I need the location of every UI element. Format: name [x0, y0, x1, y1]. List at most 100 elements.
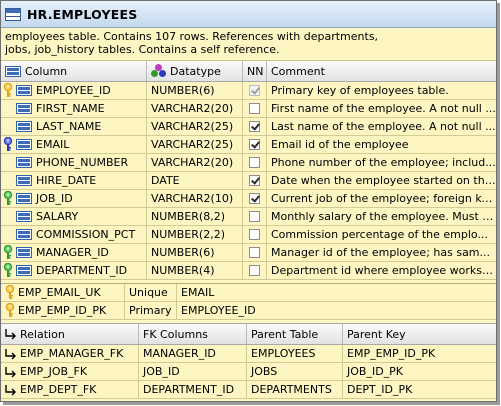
column-name-cell[interactable]: EMAIL [1, 135, 147, 154]
not-null-checkbox[interactable] [249, 121, 260, 132]
parent-table-cell[interactable]: EMPLOYEES [247, 344, 343, 363]
parent-key-cell[interactable]: DEPT_ID_PK [343, 381, 496, 399]
column-name-cell[interactable]: MANAGER_ID [1, 243, 147, 262]
relation-header[interactable]: Relation [1, 324, 139, 344]
comment-cell[interactable]: Last name of the employee. A not null ..… [267, 118, 496, 136]
nn-cell[interactable] [243, 225, 267, 244]
relation-row[interactable]: EMP_DEPT_FK DEPARTMENT_ID DEPARTMENTS DEPT_… [1, 380, 496, 399]
not-null-checkbox[interactable] [249, 157, 260, 168]
nn-cell[interactable] [243, 135, 267, 154]
nn-cell[interactable] [243, 171, 267, 190]
fk-columns-cell[interactable]: JOB_ID [139, 362, 247, 381]
comment-cell[interactable]: Manager id of the employee; has sam... [267, 244, 496, 262]
not-null-checkbox[interactable] [249, 265, 260, 276]
nn-cell[interactable] [243, 243, 267, 262]
index-columns-cell[interactable]: EMAIL [177, 284, 496, 302]
comment-cell[interactable]: Commission percentage of the emplo... [267, 226, 496, 244]
nn-cell[interactable] [243, 261, 267, 280]
column-row[interactable]: EMPLOYEE_ID NUMBER(6) Primary key of emplo… [1, 81, 496, 100]
fk-columns-cell[interactable]: DEPARTMENT_ID [139, 380, 247, 399]
datatype-header[interactable]: Datatype [147, 61, 243, 81]
comment-cell[interactable]: First name of the employee. A not null .… [267, 100, 496, 118]
column-name-cell[interactable]: LAST_NAME [1, 117, 147, 136]
index-name-cell[interactable]: EMP_EMAIL_UK [1, 283, 125, 302]
relation-name-cell[interactable]: EMP_JOB_FK [1, 362, 139, 381]
column-row[interactable]: COMMISSION_PCT NUMBER(2,2) Commission perc… [1, 225, 496, 244]
nn-cell[interactable] [243, 153, 267, 172]
datatype-cell[interactable]: VARCHAR2(20) [147, 153, 243, 172]
parent-table-cell[interactable]: JOBS [247, 362, 343, 381]
datatype-cell[interactable]: VARCHAR2(25) [147, 117, 243, 136]
datatype-cell[interactable]: NUMBER(6) [147, 81, 243, 100]
column-name-cell[interactable]: HIRE_DATE [1, 171, 147, 190]
column-row[interactable]: DEPARTMENT_ID NUMBER(4) Department id wher… [1, 261, 496, 280]
index-type-cell[interactable]: Primary [125, 301, 177, 320]
nn-cell[interactable] [243, 117, 267, 136]
column-name-cell[interactable]: SALARY [1, 207, 147, 226]
not-null-checkbox[interactable] [249, 175, 260, 186]
column-row[interactable]: LAST_NAME VARCHAR2(25) Last name of the em… [1, 117, 496, 136]
nn-cell[interactable] [243, 99, 267, 118]
parent-key-cell[interactable]: EMP_EMP_ID_PK [343, 345, 496, 363]
nn-cell[interactable] [243, 189, 267, 208]
parent-key-header[interactable]: Parent Key [343, 324, 496, 344]
comment-cell[interactable]: Email id of the employee [267, 136, 496, 154]
column-row[interactable]: FIRST_NAME VARCHAR2(20) First name of the … [1, 99, 496, 118]
relation-icon [5, 329, 16, 340]
relation-name-cell[interactable]: EMP_MANAGER_FK [1, 344, 139, 363]
datatype-cell[interactable]: NUMBER(6) [147, 243, 243, 262]
not-null-checkbox[interactable] [249, 229, 260, 240]
parent-table-header[interactable]: Parent Table [247, 324, 343, 344]
column-row[interactable]: JOB_ID VARCHAR2(10) Current job of the emp… [1, 189, 496, 208]
not-null-checkbox[interactable] [249, 247, 260, 258]
column-name-cell[interactable]: EMPLOYEE_ID [1, 81, 147, 100]
title-bar[interactable]: HR.EMPLOYEES [1, 1, 496, 28]
nn-cell[interactable] [243, 81, 267, 100]
relation-row[interactable]: EMP_JOB_FK JOB_ID JOBS JOB_ID_PK [1, 362, 496, 381]
column-name-cell[interactable]: FIRST_NAME [1, 99, 147, 118]
column-row[interactable]: EMAIL VARCHAR2(25) Email id of the employe… [1, 135, 496, 154]
parent-table-cell[interactable]: DEPARTMENTS [247, 380, 343, 399]
datatype-cell[interactable]: DATE [147, 171, 243, 190]
column-row[interactable]: PHONE_NUMBER VARCHAR2(20) Phone number of … [1, 153, 496, 172]
parent-key-value: EMP_EMP_ID_PK [347, 347, 436, 360]
relation-name-cell[interactable]: EMP_DEPT_FK [1, 380, 139, 399]
column-row[interactable]: SALARY NUMBER(8,2) Monthly salary of the e… [1, 207, 496, 226]
table-card[interactable]: HR.EMPLOYEES employees table. Contains 1… [0, 0, 497, 402]
comment-cell[interactable]: Department id where employee works;... [267, 262, 496, 280]
comment-cell[interactable]: Phone number of the employee; includ... [267, 154, 496, 172]
relation-row[interactable]: EMP_MANAGER_FK MANAGER_ID EMPLOYEES EMP_EMP… [1, 344, 496, 363]
column-row[interactable]: HIRE_DATE DATE Date when the employee star… [1, 171, 496, 190]
nn-cell[interactable] [243, 207, 267, 226]
not-null-checkbox[interactable] [249, 211, 260, 222]
datatype-cell[interactable]: NUMBER(2,2) [147, 225, 243, 244]
fk-columns-cell[interactable]: MANAGER_ID [139, 344, 247, 363]
column-row[interactable]: MANAGER_ID NUMBER(6) Manager id of the emp… [1, 243, 496, 262]
comment-cell[interactable]: Current job of the employee; foreign ke.… [267, 190, 496, 208]
not-null-checkbox[interactable] [249, 139, 260, 150]
parent-key-cell[interactable]: JOB_ID_PK [343, 363, 496, 381]
nn-header[interactable]: NN [243, 61, 267, 81]
comment-cell[interactable]: Date when the employee started on thi... [267, 172, 496, 190]
column-name-cell[interactable]: COMMISSION_PCT [1, 225, 147, 244]
column-name-cell[interactable]: DEPARTMENT_ID [1, 261, 147, 280]
comment-cell[interactable]: Monthly salary of the employee. Must b..… [267, 208, 496, 226]
index-name-cell[interactable]: EMP_EMP_ID_PK [1, 301, 125, 320]
datatype-cell[interactable]: NUMBER(4) [147, 261, 243, 280]
index-row[interactable]: EMP_EMP_ID_PK Primary EMPLOYEE_ID [1, 301, 496, 320]
index-row[interactable]: EMP_EMAIL_UK Unique EMAIL [1, 283, 496, 302]
index-type-cell[interactable]: Unique [125, 283, 177, 302]
datatype-cell[interactable]: VARCHAR2(20) [147, 99, 243, 118]
fk-columns-header[interactable]: FK Columns [139, 324, 247, 344]
not-null-checkbox[interactable] [249, 103, 260, 114]
comment-header[interactable]: Comment [267, 61, 496, 81]
datatype-cell[interactable]: VARCHAR2(10) [147, 189, 243, 208]
index-columns-cell[interactable]: EMPLOYEE_ID [177, 302, 496, 320]
comment-cell[interactable]: Primary key of employees table. [267, 82, 496, 100]
column-header[interactable]: Column [1, 61, 147, 81]
not-null-checkbox[interactable] [249, 193, 260, 204]
datatype-cell[interactable]: VARCHAR2(25) [147, 135, 243, 154]
datatype-cell[interactable]: NUMBER(8,2) [147, 207, 243, 226]
column-name-cell[interactable]: JOB_ID [1, 189, 147, 208]
column-name-cell[interactable]: PHONE_NUMBER [1, 153, 147, 172]
